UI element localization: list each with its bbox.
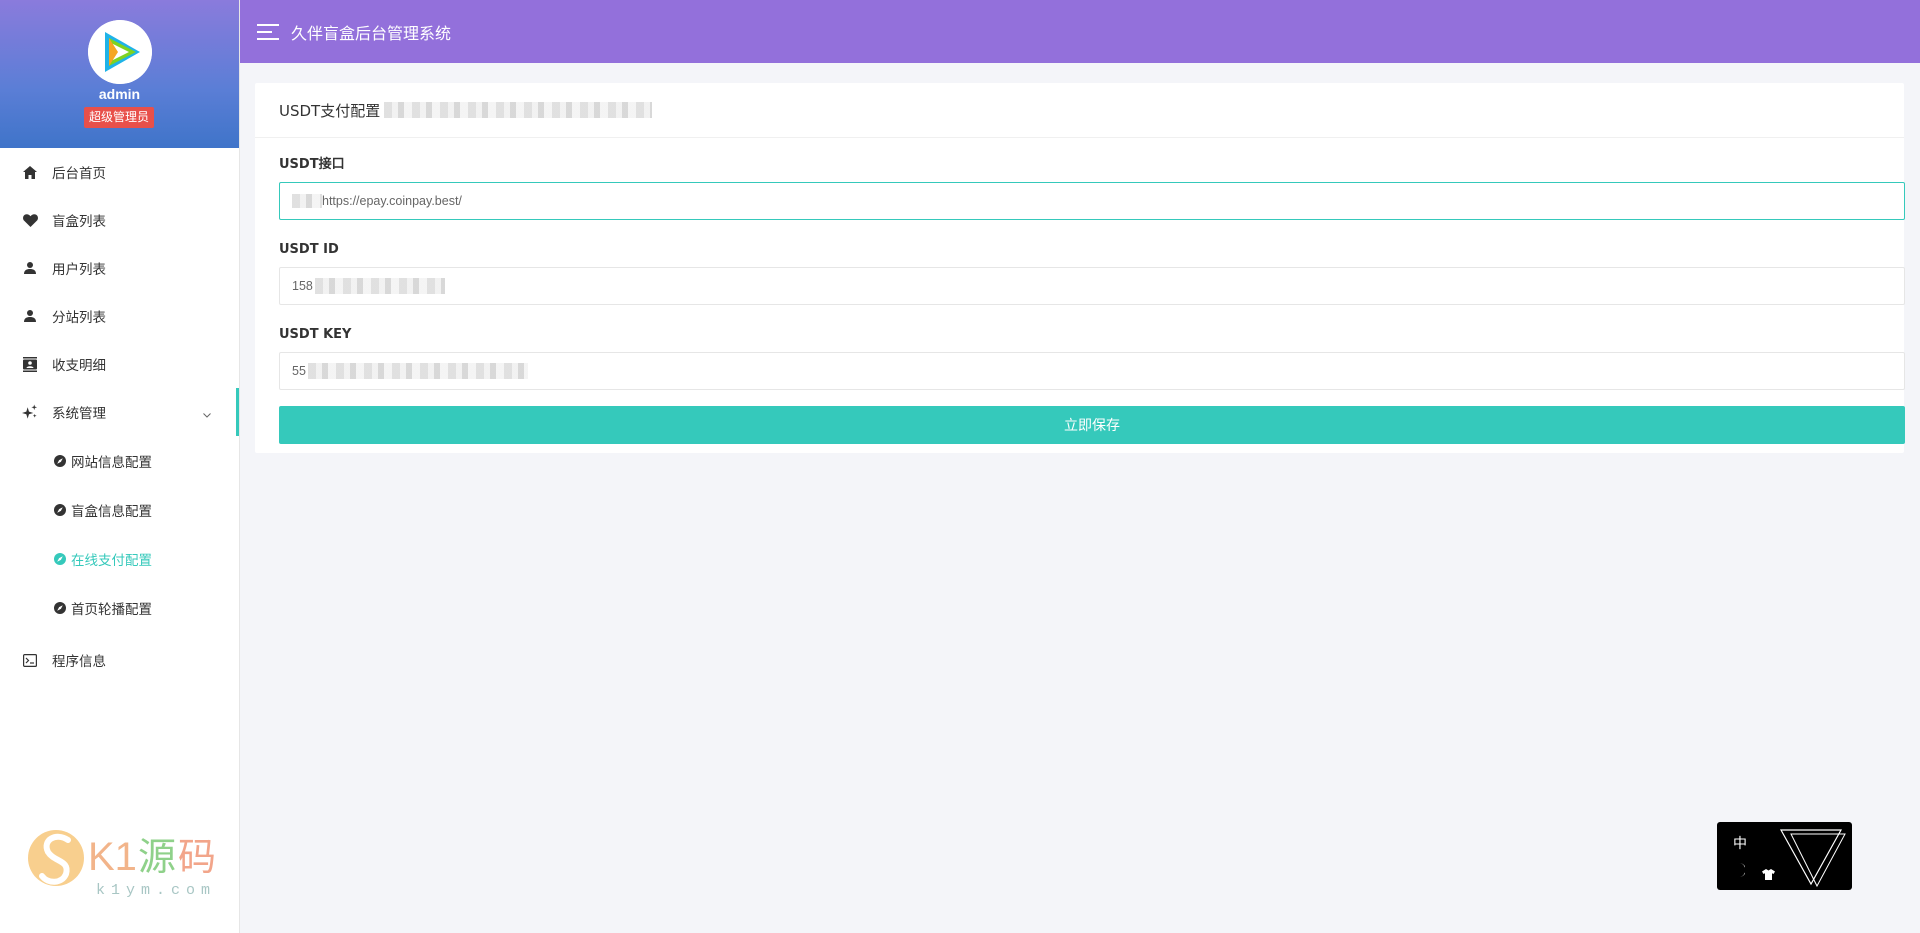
usdt-id-input[interactable]: 158 [279, 267, 1905, 305]
sidebar-subitem-banner-config[interactable]: 首页轮播配置 [0, 583, 239, 632]
sidebar-item-program-info[interactable]: 程序信息 [0, 632, 239, 688]
sidebar-subitem-label: 在线支付配置 [71, 552, 152, 569]
sidebar-subitem-site-config[interactable]: 网站信息配置 [0, 436, 239, 485]
sidebar-subitem-box-config[interactable]: 盲盒信息配置 [0, 485, 239, 534]
sidebar-item-boxes[interactable]: 盲盒列表 [0, 196, 239, 244]
sidebar-item-label: 分站列表 [52, 310, 106, 326]
sidebar-subitem-label: 盲盒信息配置 [71, 503, 152, 520]
field-label-usdt-api: USDT接口 [279, 157, 345, 172]
sidebar-subitem-label: 网站信息配置 [71, 454, 152, 471]
svg-text:K1: K1 [88, 835, 137, 879]
card-header: USDT支付配置 [255, 83, 1904, 138]
sparkle-icon [22, 404, 38, 420]
heart-icon [22, 212, 38, 228]
avatar[interactable] [88, 20, 152, 84]
sidebar-subitem-payment-config[interactable]: 在线支付配置 [0, 534, 239, 583]
user-icon [22, 308, 38, 324]
sidebar-item-label: 系统管理 [52, 406, 106, 422]
svg-text:源: 源 [138, 835, 176, 879]
sidebar-item-label: 盲盒列表 [52, 214, 106, 230]
sidebar-item-label: 用户列表 [52, 262, 106, 278]
sidebar-item-transactions[interactable]: 收支明细 [0, 340, 239, 388]
menu-toggle-icon[interactable] [257, 23, 279, 40]
card-title: USDT支付配置 [279, 101, 381, 120]
compass-icon [54, 454, 66, 467]
language-toggle[interactable]: 中 [1733, 833, 1747, 853]
redacted-block [384, 102, 653, 118]
floating-toolbox: 中 [1717, 822, 1852, 890]
home-icon [22, 164, 38, 180]
sidebar-item-home[interactable]: 后台首页 [0, 148, 239, 196]
compass-icon [54, 601, 66, 614]
usdt-id-value: 158 [292, 279, 313, 293]
usdt-api-value: https://epay.coinpay.best/ [322, 194, 462, 208]
sidebar-item-system[interactable]: 系统管理 [0, 388, 239, 436]
usdt-key-input[interactable]: 55 [279, 352, 1905, 390]
topbar: 久伴盲盒后台管理系统 [240, 0, 1920, 63]
moon-icon[interactable] [1733, 862, 1746, 881]
profile-panel: admin 超级管理员 [0, 0, 239, 148]
sidebar-menu-bottom: 程序信息 [0, 632, 239, 688]
sidebar-subitem-label: 首页轮播配置 [71, 601, 152, 618]
system-submenu: 网站信息配置 盲盒信息配置 在线支付配置 首页轮播配置 [0, 436, 239, 632]
contacts-icon [22, 356, 38, 372]
sidebar-item-substations[interactable]: 分站列表 [0, 292, 239, 340]
usdt-key-value: 55 [292, 364, 306, 378]
sidebar-item-users[interactable]: 用户列表 [0, 244, 239, 292]
sidebar-item-label: 程序信息 [52, 654, 106, 670]
field-label-usdt-id: USDT ID [279, 242, 339, 257]
redacted-block [314, 278, 445, 294]
redacted-block [307, 363, 528, 379]
triangle-logo-icon [1777, 826, 1847, 892]
usdt-api-input[interactable]: https://epay.coinpay.best/ [279, 182, 1905, 220]
usdt-config-form: USDT接口 https://epay.coinpay.best/ USDT I… [255, 138, 1905, 444]
role-badge: 超级管理员 [84, 107, 155, 128]
app-title: 久伴盲盒后台管理系统 [291, 23, 452, 43]
chevron-down-icon [203, 406, 211, 422]
sidebar-menu: 后台首页 盲盒列表 用户列表 分站列表 收支明细 系统管理 [0, 148, 239, 436]
terminal-icon [22, 652, 38, 668]
compass-icon [54, 552, 66, 565]
save-button[interactable]: 立即保存 [279, 406, 1905, 444]
profile-username: admin [98, 86, 141, 102]
svg-text:码: 码 [178, 835, 216, 879]
field-label-usdt-key: USDT KEY [279, 327, 352, 342]
redacted-block [292, 194, 322, 208]
sidebar: admin 超级管理员 后台首页 盲盒列表 用户列表 分站列表 收支明细 系统管… [0, 0, 240, 933]
compass-icon [54, 503, 66, 516]
sidebar-item-label: 收支明细 [52, 358, 106, 374]
svg-text:k1ym.com: k1ym.com [96, 882, 216, 899]
watermark-logo: K1 源 码 k1ym.com [26, 818, 236, 908]
sidebar-item-label: 后台首页 [52, 166, 106, 182]
usdt-config-card: USDT支付配置 USDT接口 https://epay.coinpay.bes… [255, 83, 1905, 453]
tshirt-icon[interactable] [1762, 865, 1775, 884]
user-icon [22, 260, 38, 276]
